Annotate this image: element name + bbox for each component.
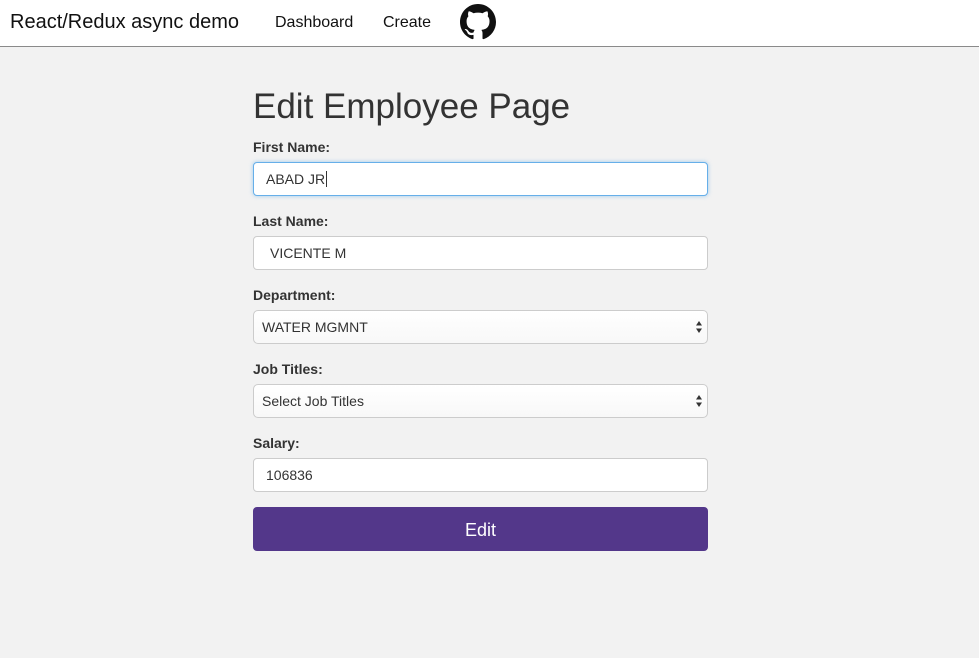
nav-link-dashboard[interactable]: Dashboard (275, 13, 353, 33)
select-arrows-icon (696, 321, 702, 333)
job-titles-label: Job Titles: (253, 361, 323, 377)
text-cursor (326, 171, 328, 187)
edit-button[interactable]: Edit (253, 507, 708, 551)
job-titles-select[interactable]: Select Job Titles (253, 384, 708, 418)
department-label: Department: (253, 287, 336, 303)
brand-title[interactable]: React/Redux async demo (10, 10, 239, 34)
department-selected-value: WATER MGMNT (262, 319, 368, 335)
nav-link-create[interactable]: Create (383, 13, 431, 33)
last-name-input[interactable]: VICENTE M (253, 236, 708, 270)
select-arrows-icon (696, 395, 702, 407)
salary-label: Salary: (253, 435, 300, 451)
page-title: Edit Employee Page (253, 87, 571, 126)
navbar: React/Redux async demo Dashboard Create (0, 0, 979, 47)
job-titles-selected-value: Select Job Titles (262, 393, 364, 409)
salary-input[interactable]: 106836 (253, 458, 708, 492)
first-name-input[interactable]: ABAD JR (253, 162, 708, 196)
last-name-label: Last Name: (253, 213, 329, 229)
github-icon[interactable] (460, 4, 496, 40)
first-name-label: First Name: (253, 139, 331, 155)
last-name-value: VICENTE M (270, 245, 347, 261)
salary-value: 106836 (266, 467, 313, 483)
department-select[interactable]: WATER MGMNT (253, 310, 708, 344)
first-name-value: ABAD JR (266, 171, 326, 187)
